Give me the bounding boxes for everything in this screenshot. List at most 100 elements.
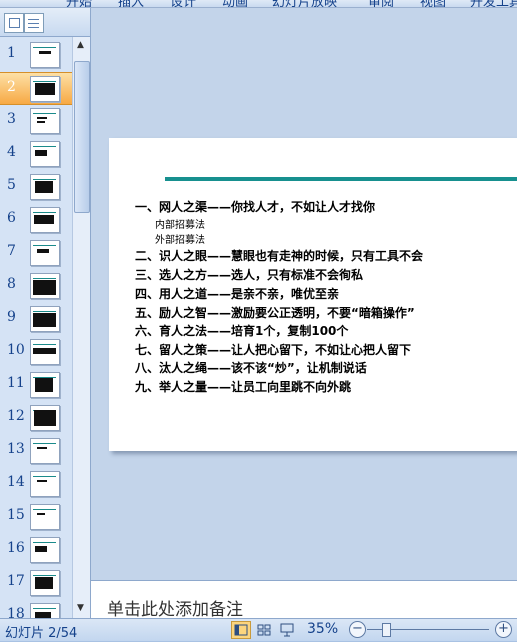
thumbnail-accent-line <box>33 179 56 180</box>
thumbnail-content <box>34 410 56 426</box>
slide-line-7: 七、留人之策——让人把心留下，不如让心把人留下 <box>135 343 412 357</box>
zoom-in-button[interactable]: + <box>495 621 512 638</box>
thumbnail-content <box>35 181 53 193</box>
slide-indicator: 幻灯片 2/54 <box>5 626 78 641</box>
notes-pane[interactable]: 单击此处添加备注 <box>91 580 517 620</box>
thumbnail-accent-line <box>33 542 56 543</box>
slide-thumbnail[interactable] <box>30 438 60 464</box>
thumbnail-content <box>39 51 51 54</box>
slide-number: 12 <box>7 408 25 424</box>
slides-scrollbar[interactable]: ▲ ▼ <box>72 37 90 618</box>
thumbnail-content <box>35 378 53 392</box>
slide-thumbnail[interactable] <box>30 405 60 431</box>
slide-line-3: 三、选人之方——选人，只有标准不会徇私 <box>135 268 364 282</box>
zoom-level[interactable]: 35% <box>307 621 338 637</box>
slide-thumbnail[interactable] <box>30 372 60 398</box>
slide-thumbnail-row[interactable]: 17 <box>0 567 72 598</box>
slide-thumbnail-row[interactable]: 5 <box>0 171 72 202</box>
slide-thumbnail[interactable] <box>30 273 60 299</box>
thumbnail-accent-line <box>33 81 56 82</box>
zoom-out-button[interactable]: − <box>349 621 366 638</box>
slide-thumbnail-row[interactable]: 16 <box>0 534 72 565</box>
slide-thumbnail[interactable] <box>30 603 60 618</box>
slide-line-9: 九、举人之量——让员工向里跳不向外跳 <box>135 380 352 394</box>
slide-sorter-button[interactable] <box>254 621 274 639</box>
slide-number: 3 <box>7 111 16 127</box>
slide-line-6: 六、育人之法——培育1个，复制100个 <box>135 324 349 338</box>
slide-number: 4 <box>7 144 16 160</box>
slide-thumbnail-row[interactable]: 10 <box>0 336 72 367</box>
tab-home[interactable]: 开始 <box>66 0 92 7</box>
scroll-up-icon[interactable]: ▲ <box>77 40 84 50</box>
tab-view[interactable]: 视图 <box>420 0 446 7</box>
slide-number: 10 <box>7 342 25 358</box>
thumbnail-accent-line <box>33 113 56 114</box>
slide-line-5: 五、励人之智——激励要公正透明，不要“暗箱操作” <box>135 306 415 320</box>
thumbnail-content <box>33 348 56 354</box>
thumbnail-content <box>33 280 56 295</box>
slide-line-8: 八、汰人之绳——该不该“炒”，让机制说话 <box>135 361 367 375</box>
thumbnail-accent-line <box>33 476 56 477</box>
thumbnail-accent-line <box>33 509 56 510</box>
slide-thumbnail[interactable] <box>30 42 60 68</box>
slide-thumbnail[interactable] <box>30 141 60 167</box>
slide-thumbnail-row[interactable]: 3 <box>0 105 72 136</box>
normal-view-button[interactable] <box>231 621 251 639</box>
slide-thumbnail-row[interactable]: 6 <box>0 204 72 235</box>
slideshow-button[interactable] <box>277 621 297 639</box>
tab-design[interactable]: 设计 <box>170 0 196 7</box>
slide-thumbnail-row[interactable]: 2 <box>0 72 72 105</box>
slide-thumbnail[interactable] <box>30 240 60 266</box>
slide-number: 2 <box>7 79 16 95</box>
pane-tabs <box>0 8 90 37</box>
slide-thumbnail[interactable] <box>30 504 60 530</box>
slide-thumbnail[interactable] <box>30 108 60 134</box>
slide-number: 15 <box>7 507 25 523</box>
slide-thumbnail-row[interactable]: 8 <box>0 270 72 301</box>
scroll-thumb[interactable] <box>74 61 90 213</box>
slide-thumbnail-row[interactable]: 18 <box>0 600 72 618</box>
thumbnail-content <box>33 313 56 327</box>
slide-thumbnail[interactable] <box>30 570 60 596</box>
current-slide[interactable]: 一、网人之渠——你找人才，不如让人才找你 内部招募法 外部招募法 二、识人之眼—… <box>109 138 517 451</box>
thumbnail-content <box>35 546 47 552</box>
slide-thumbnail-row[interactable]: 15 <box>0 501 72 532</box>
slide-thumbnail-row[interactable]: 1 <box>0 39 72 70</box>
slide-thumbnail[interactable] <box>30 174 60 200</box>
slide-thumbnail-row[interactable]: 7 <box>0 237 72 268</box>
slide-thumbnail[interactable] <box>30 339 60 365</box>
thumbnail-content <box>37 513 45 515</box>
tab-animation[interactable]: 动画 <box>222 0 248 7</box>
slide-thumbnail-row[interactable]: 11 <box>0 369 72 400</box>
thumbnail-content <box>35 83 55 95</box>
slide-thumbnail-row[interactable]: 9 <box>0 303 72 334</box>
ribbon-tab-strip: 开始 插入 设计 动画 幻灯片放映 审阅 视图 开发工具 <box>0 0 517 8</box>
slide-thumbnail-row[interactable]: 14 <box>0 468 72 499</box>
slide-number: 7 <box>7 243 16 259</box>
thumbnail-accent-line <box>33 608 56 609</box>
slide-thumbnail[interactable] <box>30 306 60 332</box>
slide-thumbnail[interactable] <box>30 471 60 497</box>
slide-thumbnail-row[interactable]: 13 <box>0 435 72 466</box>
slide-thumbnail-row[interactable]: 4 <box>0 138 72 169</box>
notes-placeholder: 单击此处添加备注 <box>107 600 243 620</box>
slide-sorter-icon <box>257 624 271 636</box>
tab-developer[interactable]: 开发工具 <box>470 0 517 7</box>
slide-thumbnail[interactable] <box>30 537 60 563</box>
slide-thumbnail[interactable] <box>30 76 60 102</box>
title-underline <box>165 177 517 181</box>
slide-number: 16 <box>7 540 25 556</box>
tab-slideshow[interactable]: 幻灯片放映 <box>272 0 337 7</box>
tab-insert[interactable]: 插入 <box>118 0 144 7</box>
slide-number: 13 <box>7 441 25 457</box>
tab-review[interactable]: 审阅 <box>368 0 394 7</box>
thumbnail-accent-line <box>33 278 56 279</box>
slides-pane: 1 2 3 4 5 6 7 8 9 10 11 12 13 14 15 16 17 18 ▲ ▼ <box>0 8 91 618</box>
thumbnail-content <box>34 215 54 224</box>
slide-thumbnail-row[interactable]: 12 <box>0 402 72 433</box>
zoom-slider-thumb[interactable] <box>382 623 391 637</box>
scroll-down-icon[interactable]: ▼ <box>77 603 84 613</box>
slides-tab[interactable] <box>4 13 24 33</box>
slide-thumbnail[interactable] <box>30 207 60 233</box>
outline-tab[interactable] <box>24 13 44 33</box>
